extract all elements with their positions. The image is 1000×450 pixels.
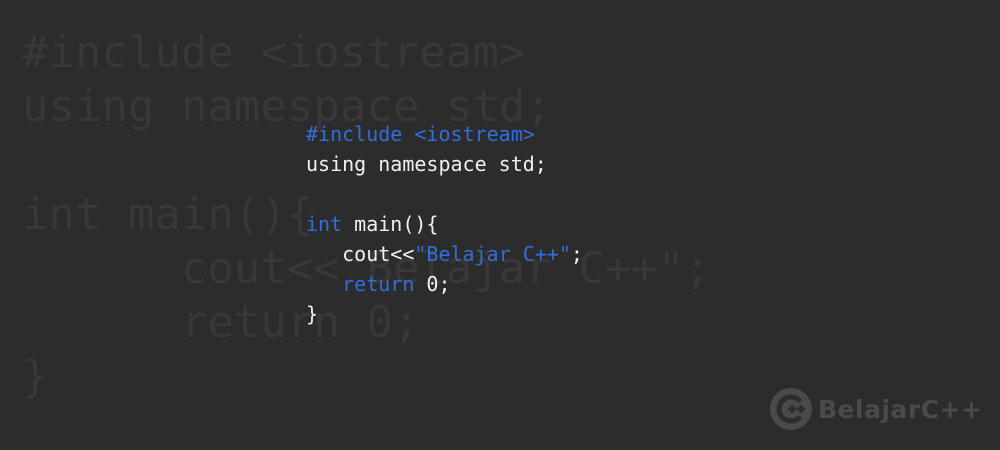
semicolon: ; bbox=[570, 242, 583, 266]
cout-operator: cout<< bbox=[342, 242, 415, 266]
keyword-int: int bbox=[306, 212, 343, 236]
code-line-using: using namespace std; bbox=[306, 149, 583, 179]
keyword-return: return bbox=[342, 272, 415, 296]
code-line-cout: cout<<"Belajar C++"; bbox=[306, 239, 583, 269]
c-plus-plus-logo-icon bbox=[770, 388, 812, 430]
closing-brace: } bbox=[306, 302, 319, 326]
preprocessor-directive: #include <iostream> bbox=[306, 122, 535, 146]
main-signature: main(){ bbox=[342, 212, 439, 236]
code-line-main: int main(){ bbox=[306, 209, 583, 239]
bg-code-line: } bbox=[22, 351, 49, 402]
code-line-include: #include <iostream> bbox=[306, 119, 583, 149]
return-value: 0; bbox=[414, 272, 451, 296]
logo-text: BelajarC++ bbox=[818, 394, 983, 424]
code-line-close-brace: } bbox=[306, 299, 583, 329]
using-statement: using namespace std; bbox=[306, 152, 547, 176]
code-snippet: #include <iostream> using namespace std; i… bbox=[306, 119, 583, 329]
string-literal: "Belajar C++" bbox=[414, 242, 571, 266]
belajarcpp-logo: BelajarC++ bbox=[768, 384, 982, 434]
code-banner: #include <iostream> using namespace std; i… bbox=[0, 0, 1000, 450]
code-line-return: return 0; bbox=[306, 269, 583, 299]
bg-code-line: #include <iostream> bbox=[22, 27, 526, 78]
